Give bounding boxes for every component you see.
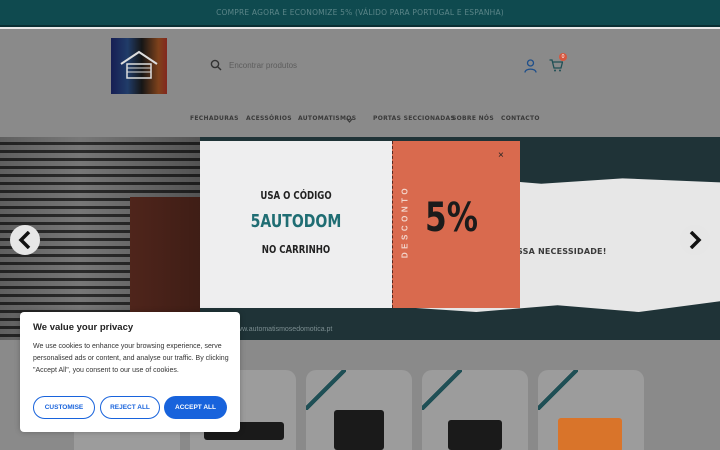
popup-discount-label: DESCONTO (400, 184, 410, 259)
chevron-left-icon (18, 231, 31, 249)
promo-bar: COMPRE AGORA E ECONOMIZE 5% (VÁLIDO PARA… (0, 0, 720, 27)
cookie-description: We use cookies to enhance your browsing … (33, 343, 229, 374)
reject-all-button[interactable]: REJECT ALL (100, 396, 160, 419)
popup-code-panel: USA O CÓDIGO 5AUTODOM NO CARRINHO (200, 141, 392, 308)
product-search[interactable]: Encontrar produtos (200, 49, 510, 81)
cart-icon[interactable] (549, 59, 563, 72)
accept-all-button[interactable]: ACCEPT ALL (164, 396, 227, 419)
promo-text: COMPRE AGORA E ECONOMIZE 5% (VÁLIDO PARA… (216, 8, 504, 17)
hero-slogan: OSSA NECESSIDADE! (510, 247, 607, 256)
account-icon[interactable] (524, 59, 537, 73)
cookie-consent-banner: We value your privacy We use cookies to … (20, 312, 240, 432)
nav-item-fechaduras[interactable]: FECHADURAS (190, 115, 239, 122)
nav-item-contacto[interactable]: CONTACTO (501, 115, 540, 122)
slider-next-button[interactable] (680, 225, 710, 255)
hero-site-url: www.automatismosedomotica.pt (232, 326, 333, 333)
popup-close-button[interactable]: × (498, 150, 504, 161)
product-card[interactable] (422, 370, 528, 450)
popup-use-code-text: USA O CÓDIGO (260, 189, 332, 202)
slider-prev-button[interactable] (10, 225, 40, 255)
site-logo[interactable] (111, 38, 167, 94)
house-logo-icon (120, 50, 158, 79)
popup-percent-panel: DESCONTO 5% × (392, 141, 520, 308)
popup-in-cart-text: NO CARRINHO (261, 243, 331, 256)
nav-item-acessorios[interactable]: ACESSÓRIOS (246, 115, 292, 122)
chevron-right-icon (689, 231, 702, 249)
popup-percent-value: 5% (425, 195, 478, 241)
site-header: Encontrar produtos 0 FECHADURAS ACESSÓRI… (0, 29, 720, 137)
main-nav: FECHADURAS ACESSÓRIOS AUTOMATISMOS PORTA… (0, 115, 720, 127)
product-card[interactable] (538, 370, 644, 450)
cart-count-badge: 0 (559, 53, 567, 61)
discount-popup: USA O CÓDIGO 5AUTODOM NO CARRINHO DESCON… (200, 141, 520, 308)
search-icon (210, 59, 222, 71)
product-card[interactable] (306, 370, 412, 450)
cookie-title: We value your privacy (33, 322, 134, 333)
search-input[interactable]: Encontrar produtos (229, 61, 297, 70)
nav-item-sobre-nos[interactable]: SOBRE NÓS (452, 115, 494, 122)
popup-discount-code: 5AUTODOM (250, 211, 342, 232)
chevron-down-icon[interactable] (346, 118, 353, 123)
nav-item-portas-seccionadas[interactable]: PORTAS SECCIONADAS (373, 115, 455, 122)
customise-button[interactable]: CUSTOMISE (33, 396, 95, 419)
